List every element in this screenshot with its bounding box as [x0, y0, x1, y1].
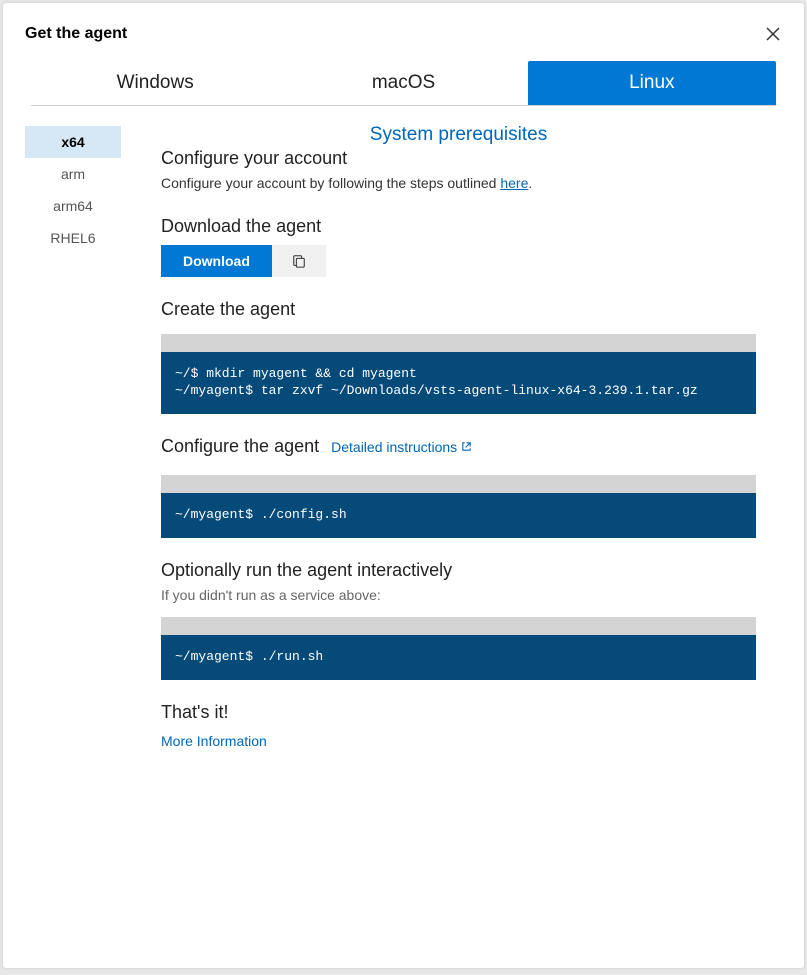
optional-title: Optionally run the agent interactively — [161, 560, 756, 581]
code-header — [161, 617, 756, 635]
detailed-instructions-link[interactable]: Detailed instructions — [331, 439, 472, 455]
sidebar-item-rhel6[interactable]: RHEL6 — [25, 222, 121, 254]
sidebar-item-arm64[interactable]: arm64 — [25, 190, 121, 222]
more-information-link[interactable]: More Information — [161, 733, 267, 749]
external-link-icon — [461, 441, 472, 452]
content-pane: System prerequisites Configure your acco… — [121, 106, 804, 968]
configure-account-desc: Configure your account by following the … — [161, 173, 756, 194]
close-button[interactable] — [764, 25, 782, 43]
get-agent-dialog: Get the agent Windows macOS Linux x64 ar… — [3, 3, 804, 968]
dialog-body: x64 arm arm64 RHEL6 System prerequisites… — [3, 106, 804, 968]
download-row: Download — [161, 245, 756, 277]
run-code-block: ~/myagent$ ./run.sh — [161, 617, 756, 680]
sidebar-item-arm[interactable]: arm — [25, 158, 121, 190]
system-prerequisites-link[interactable]: System prerequisites — [161, 124, 756, 146]
code-header — [161, 475, 756, 493]
sidebar-item-x64[interactable]: x64 — [25, 126, 121, 158]
tab-windows[interactable]: Windows — [31, 61, 279, 105]
configure-agent-title: Configure the agent — [161, 436, 319, 457]
dialog-header: Get the agent — [3, 3, 804, 61]
os-tabs: Windows macOS Linux — [31, 61, 776, 106]
download-title: Download the agent — [161, 216, 756, 237]
here-link[interactable]: here — [500, 175, 528, 191]
tab-linux[interactable]: Linux — [528, 61, 776, 105]
copy-icon — [292, 254, 306, 268]
arch-sidebar: x64 arm arm64 RHEL6 — [3, 106, 121, 968]
create-agent-title: Create the agent — [161, 299, 756, 320]
dialog-title: Get the agent — [25, 25, 127, 43]
copy-url-button[interactable] — [272, 245, 326, 277]
thats-it-title: That's it! — [161, 702, 756, 723]
download-button[interactable]: Download — [161, 245, 272, 277]
code-header — [161, 334, 756, 352]
configure-code[interactable]: ~/myagent$ ./config.sh — [161, 493, 756, 538]
run-code[interactable]: ~/myagent$ ./run.sh — [161, 635, 756, 680]
tab-macos[interactable]: macOS — [279, 61, 527, 105]
configure-agent-header: Configure the agent Detailed instruction… — [161, 436, 756, 461]
close-icon — [766, 27, 780, 41]
configure-account-title: Configure your account — [161, 148, 756, 169]
optional-note: If you didn't run as a service above: — [161, 587, 756, 603]
create-code-block: ~/$ mkdir myagent && cd myagent ~/myagen… — [161, 334, 756, 414]
configure-code-block: ~/myagent$ ./config.sh — [161, 475, 756, 538]
create-code[interactable]: ~/$ mkdir myagent && cd myagent ~/myagen… — [161, 352, 756, 414]
